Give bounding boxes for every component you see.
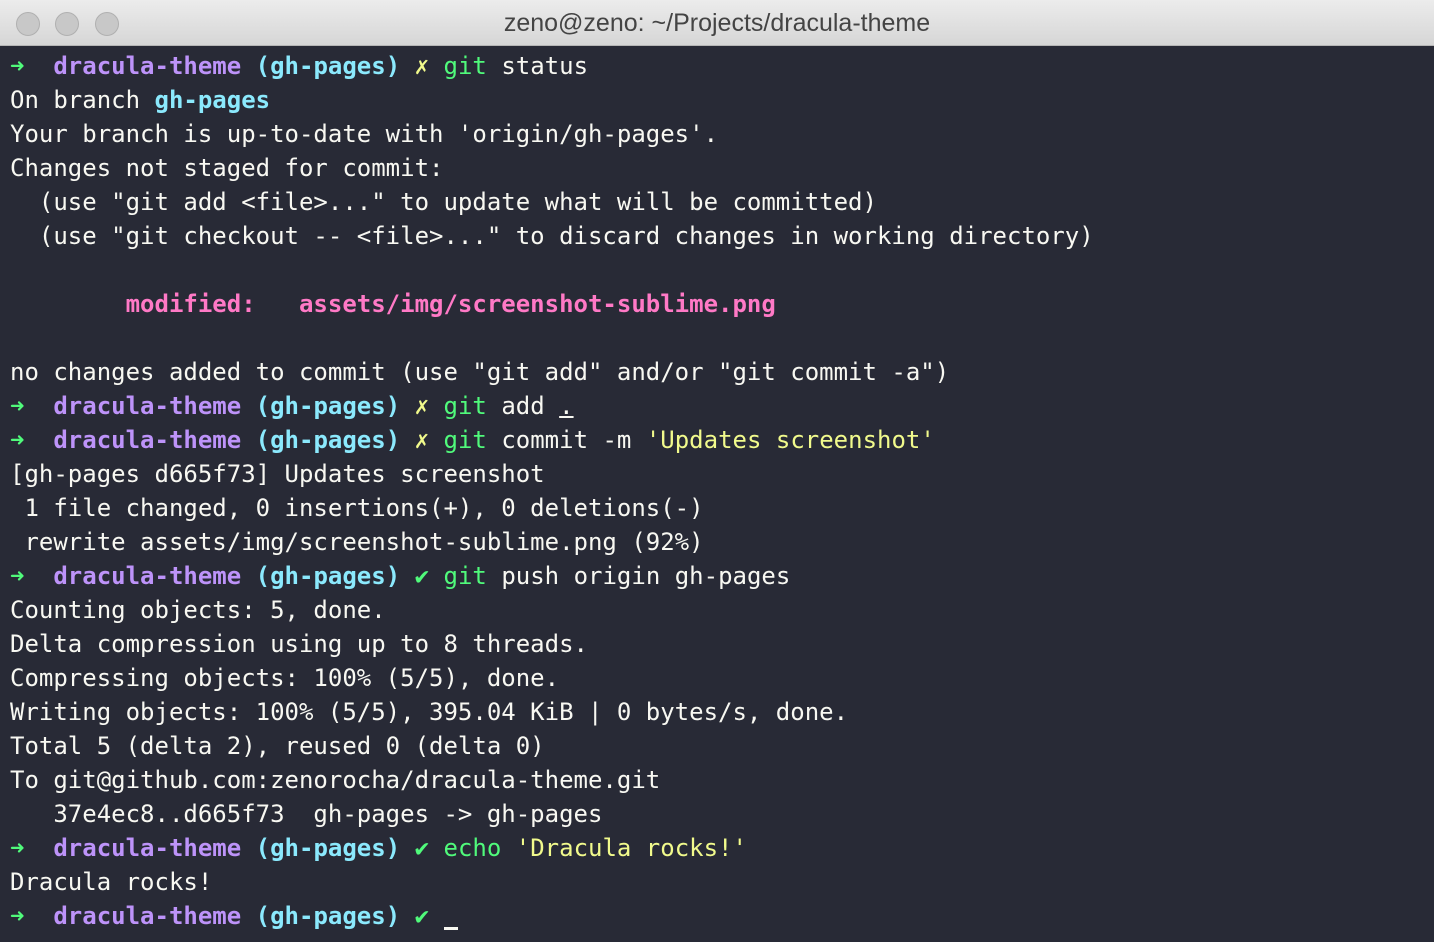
clean-mark-icon: ✔ [414,902,430,930]
clean-mark-icon: ✔ [414,834,430,862]
prompt-branch: (gh-pages) [255,392,401,420]
prompt-dir: dracula-theme [53,902,242,930]
prompt-dir: dracula-theme [53,834,242,862]
command-name: git [443,392,487,420]
prompt-branch: (gh-pages) [255,426,401,454]
prompt-branch: (gh-pages) [255,562,401,590]
output-line: no changes added to commit (use "git add… [10,358,950,386]
output-line: (use "git add <file>..." to update what … [10,188,877,216]
command-string: 'Updates screenshot' [645,426,935,454]
output-line: Dracula rocks! [10,868,213,896]
branch-name: gh-pages [154,86,271,114]
window-title: zeno@zeno: ~/Projects/dracula-theme [503,9,931,37]
command-args: status [486,52,589,80]
modified-file: assets/img/screenshot-sublime.png [298,290,776,318]
output-line: Counting objects: 5, done. [10,596,386,624]
output-line: Compressing objects: 100% (5/5), done. [10,664,560,692]
prompt-arrow-icon: ➜ [10,426,25,454]
output-line: (use "git checkout -- <file>..." to disc… [10,222,1094,250]
clean-mark-icon: ✔ [414,562,430,590]
prompt-arrow-icon: ➜ [10,52,25,80]
prompt-line: ➜ dracula-theme (gh-pages) ✗ git commit … [10,423,1434,457]
output-line: Changes not staged for commit: [10,154,444,182]
command-args: add [486,392,560,420]
output-line: 1 file changed, 0 insertions(+), 0 delet… [10,494,704,522]
command-path-arg: . [559,392,574,420]
output-line: Writing objects: 100% (5/5), 395.04 KiB … [10,698,849,726]
command-args: commit -m [486,426,646,454]
output-line: [gh-pages d665f73] Updates screenshot [10,460,545,488]
output-line: Your branch is up-to-date with 'origin/g… [10,120,719,148]
command-name: git [443,562,487,590]
command-string: 'Dracula rocks!' [515,834,747,862]
output-line: To git@github.com:zenorocha/dracula-them… [10,766,661,794]
modified-line: modified: assets/img/screenshot-sublime.… [10,287,1434,321]
output-line: rewrite assets/img/screenshot-sublime.pn… [10,528,704,556]
modified-label: modified: [10,290,299,318]
output-line: Delta compression using up to 8 threads. [10,630,588,658]
command-name: git [443,52,487,80]
prompt-dir: dracula-theme [53,392,242,420]
command-args: push origin gh-pages [486,562,791,590]
prompt-dir: dracula-theme [53,52,242,80]
output-text: On branch [10,86,155,114]
terminal-window: zeno@zeno: ~/Projects/dracula-theme ➜ dr… [0,0,1434,942]
prompt-line: ➜ dracula-theme (gh-pages) ✗ git add . [10,389,1434,423]
output-line: Total 5 (delta 2), reused 0 (delta 0) [10,732,545,760]
dirty-mark-icon: ✗ [414,426,430,454]
prompt-branch: (gh-pages) [255,52,401,80]
text-cursor[interactable] [443,904,458,930]
dirty-mark-icon: ✗ [414,52,430,80]
output-line: 37e4ec8..d665f73 gh-pages -> gh-pages [10,800,603,828]
prompt-dir: dracula-theme [53,426,242,454]
current-prompt-line[interactable]: ➜ dracula-theme (gh-pages) ✔ [10,899,1434,933]
prompt-arrow-icon: ➜ [10,392,25,420]
dirty-mark-icon: ✗ [414,392,430,420]
prompt-line: ➜ dracula-theme (gh-pages) ✔ git push or… [10,559,1434,593]
prompt-arrow-icon: ➜ [10,562,25,590]
prompt-line: ➜ dracula-theme (gh-pages) ✔ echo 'Dracu… [10,831,1434,865]
prompt-arrow-icon: ➜ [10,902,25,930]
prompt-branch: (gh-pages) [255,902,401,930]
prompt-dir: dracula-theme [53,562,242,590]
terminal-output[interactable]: ➜ dracula-theme (gh-pages) ✗ git status … [10,49,1434,942]
prompt-branch: (gh-pages) [255,834,401,862]
prompt-arrow-icon: ➜ [10,834,25,862]
prompt-line: ➜ dracula-theme (gh-pages) ✗ git status [10,49,1434,83]
command-name: echo [443,834,502,862]
output-line: On branch gh-pages [10,83,1434,117]
title-bar[interactable]: zeno@zeno: ~/Projects/dracula-theme [0,0,1434,46]
command-name: git [443,426,487,454]
